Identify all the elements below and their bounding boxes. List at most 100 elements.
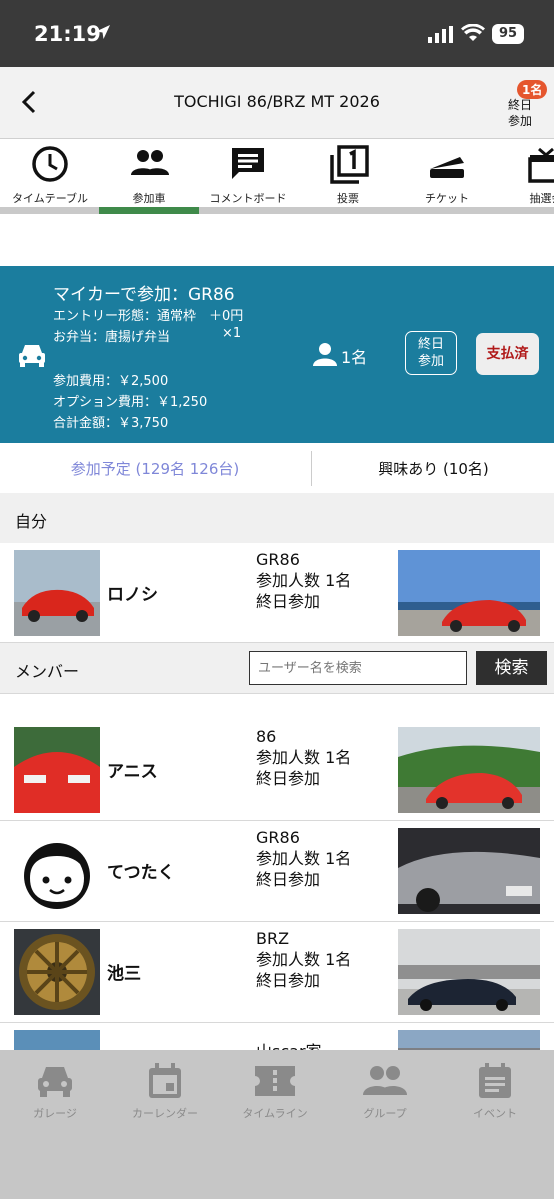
battery-indicator: 95 <box>492 24 524 44</box>
member-row[interactable]: てつたく GR86 参加人数 1名 終日参加 <box>0 821 554 922</box>
participation-summary: 参加予定 (129名 126台) 興味あり (10名) <box>0 443 554 493</box>
group-icon <box>363 1066 407 1095</box>
car-photo <box>398 929 540 1015</box>
calendar-icon <box>149 1063 181 1098</box>
member-section-header: メンバー 検索 <box>0 643 554 694</box>
location-arrow-icon <box>96 25 110 39</box>
avatar <box>14 929 100 1015</box>
member-car: BRZ <box>256 929 290 948</box>
status-bar: 21:19 95 <box>0 0 554 67</box>
bottom-tab-garage[interactable]: ガレージ <box>0 1063 110 1121</box>
bottom-tab-group[interactable]: グループ <box>330 1063 440 1121</box>
interested-count-tab[interactable]: 興味あり (10名) <box>313 458 554 479</box>
member-allday: 終日参加 <box>256 592 321 611</box>
total-fee: 合計金額：￥3,750 <box>53 416 169 431</box>
clock-icon <box>32 146 68 182</box>
tab-participants[interactable]: 参加車 <box>99 139 199 214</box>
member-row[interactable]: 池三 BRZ 参加人数 1名 終日参加 <box>0 922 554 1023</box>
member-car: 86 <box>256 727 277 746</box>
avatar <box>14 550 100 636</box>
member-car: GR86 <box>256 828 300 847</box>
tab-underline-track <box>0 207 554 214</box>
allday-badge: 終日 参加 <box>405 331 457 375</box>
tab-vote[interactable]: 投票 <box>298 139 398 214</box>
member-allday: 終日参加 <box>256 971 321 990</box>
member-name: てつたく <box>107 863 175 883</box>
tab-bar: タイムテーブル 参加車 コメントボード 投票 チケット 抽選会 <box>0 139 554 214</box>
bottom-tab-label: グループ <box>363 1107 407 1120</box>
summary-divider <box>311 451 312 486</box>
participant-count: 1名 <box>341 348 368 367</box>
self-section-label: 自分 <box>15 512 48 531</box>
page-title: TOCHIGI 86/BRZ MT 2026 <box>174 92 380 111</box>
bottom-tab-label: イベント <box>473 1107 517 1120</box>
car-photo <box>398 550 540 636</box>
event-icon <box>479 1063 511 1098</box>
member-section-label: メンバー <box>15 662 80 681</box>
car-photo <box>398 828 540 914</box>
avatar <box>14 727 100 813</box>
search-button[interactable]: 検索 <box>476 651 547 685</box>
tab-label: 抽選会 <box>529 192 554 205</box>
avatar <box>14 828 100 914</box>
member-count: 参加人数 1名 <box>256 849 352 868</box>
member-count: 参加人数 1名 <box>256 950 352 969</box>
tab-comment-board[interactable]: コメントボード <box>198 139 298 214</box>
allday-text-2: 参加 <box>417 354 444 369</box>
entry-fee: 参加費用：￥2,500 <box>53 374 169 389</box>
status-time: 21:19 <box>34 22 101 46</box>
self-member-row[interactable]: ロノシ GR86 参加人数 1名 終日参加 <box>0 543 554 643</box>
tab-active-indicator <box>99 207 199 214</box>
person-icon <box>313 343 337 366</box>
tab-label: 投票 <box>337 192 359 205</box>
allday-header-button[interactable]: 終日 参加 <box>500 97 540 129</box>
bottom-tab-event[interactable]: イベント <box>440 1063 550 1121</box>
people-icon <box>131 150 169 175</box>
user-search-input[interactable] <box>249 651 467 685</box>
paid-status-button[interactable]: 支払済 <box>476 333 539 375</box>
going-count-tab[interactable]: 参加予定 (129名 126台) <box>0 458 310 479</box>
member-info: BRZ 参加人数 1名 終日参加 <box>256 928 351 991</box>
entry-card[interactable]: マイカーで参加：GR86 エントリー形態：通常枠 ＋0円 お弁当：唐揚げ弁当 ×… <box>0 266 554 443</box>
member-allday: 終日参加 <box>256 769 321 788</box>
member-car: GR86 <box>256 550 300 569</box>
member-allday: 終日参加 <box>256 870 321 889</box>
tab-lottery[interactable]: 抽選会 <box>496 139 554 214</box>
wifi-icon <box>461 24 485 41</box>
tab-timetable[interactable]: タイムテーブル <box>0 139 100 214</box>
signal-icon <box>428 26 453 43</box>
tab-label: タイムテーブル <box>11 192 89 205</box>
tab-ticket[interactable]: チケット <box>397 139 497 214</box>
member-name: ロノシ <box>107 585 158 605</box>
gift-icon <box>528 147 554 183</box>
tab-label: 参加車 <box>132 192 166 205</box>
member-info: GR86 参加人数 1名 終日参加 <box>256 549 351 612</box>
member-name: 池三 <box>107 964 141 984</box>
bottom-tab-label: タイムライン <box>242 1107 308 1120</box>
bento-quantity: ×1 <box>222 326 242 341</box>
allday-line2: 参加 <box>507 114 532 128</box>
member-info: GR86 参加人数 1名 終日参加 <box>256 827 351 890</box>
list-spacer <box>0 694 554 720</box>
tab-label: コメントボード <box>209 192 287 205</box>
self-section-header: 自分 <box>0 493 554 544</box>
bottom-tab-calendar[interactable]: カーレンダー <box>110 1063 220 1121</box>
vote-icon <box>330 145 369 184</box>
tab-label: チケット <box>425 192 469 205</box>
ticket-icon <box>255 1066 295 1096</box>
member-row[interactable]: アニス 86 参加人数 1名 終日参加 <box>0 720 554 821</box>
bottom-tab-timeline[interactable]: タイムライン <box>220 1063 330 1121</box>
car-icon <box>19 345 45 367</box>
allday-text-1: 終日 <box>417 337 444 352</box>
member-count: 参加人数 1名 <box>256 571 352 590</box>
option-fee: オプション費用：￥1,250 <box>53 395 208 410</box>
comment-icon <box>232 148 264 179</box>
member-info: 86 参加人数 1名 終日参加 <box>256 726 351 789</box>
member-name: アニス <box>107 762 158 782</box>
bento-option: お弁当：唐揚げ弁当 <box>53 330 171 345</box>
member-count: 参加人数 1名 <box>256 748 352 767</box>
bottom-tab-label: カーレンダー <box>132 1107 198 1120</box>
entry-title: マイカーで参加：GR86 <box>53 285 235 305</box>
ticket-icon <box>430 157 464 178</box>
allday-line1: 終日 <box>507 98 532 112</box>
